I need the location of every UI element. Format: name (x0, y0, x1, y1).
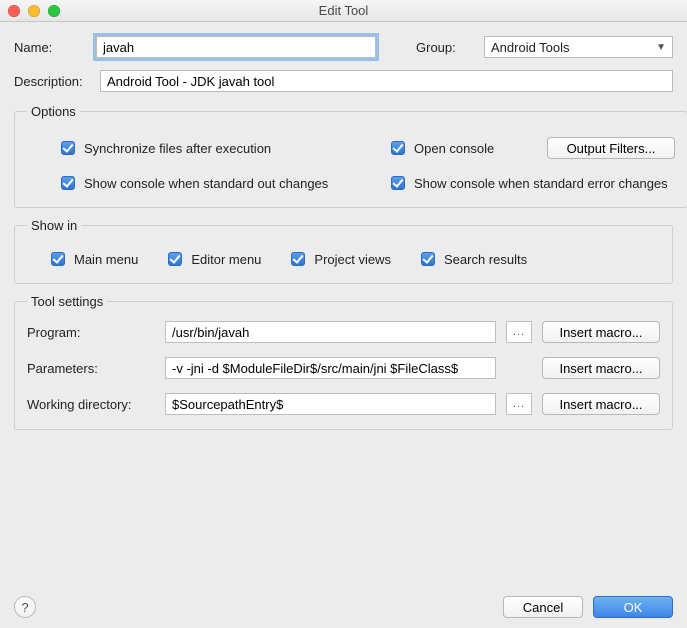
window-controls (0, 5, 60, 17)
main-menu-checkbox-input[interactable] (51, 252, 65, 266)
main-menu-checkbox-label: Main menu (74, 252, 138, 267)
group-label: Group: (416, 40, 474, 55)
stdout-checkbox-label: Show console when standard out changes (84, 176, 328, 191)
window-title: Edit Tool (0, 3, 687, 18)
editor-menu-checkbox-input[interactable] (168, 252, 182, 266)
stderr-checkbox-label: Show console when standard error changes (414, 176, 668, 191)
open-console-checkbox[interactable]: Open console (387, 138, 494, 158)
project-views-checkbox-label: Project views (314, 252, 391, 267)
help-button[interactable]: ? (14, 596, 36, 618)
description-label: Description: (14, 74, 90, 89)
stderr-checkbox-input[interactable] (391, 176, 405, 190)
name-label: Name: (14, 40, 86, 55)
output-filters-button[interactable]: Output Filters... (547, 137, 675, 159)
ellipsis-icon: ... (513, 399, 525, 410)
name-input[interactable] (96, 36, 376, 58)
project-views-checkbox[interactable]: Project views (287, 249, 391, 269)
help-icon: ? (21, 600, 28, 615)
editor-menu-checkbox-label: Editor menu (191, 252, 261, 267)
search-results-checkbox-input[interactable] (421, 252, 435, 266)
showin-legend: Show in (27, 218, 81, 233)
showin-group: Show in Main menu Editor menu Project vi… (14, 218, 673, 284)
stderr-checkbox[interactable]: Show console when standard error changes (387, 173, 668, 193)
workdir-insert-macro-button[interactable]: Insert macro... (542, 393, 660, 415)
zoom-icon[interactable] (48, 5, 60, 17)
workdir-input[interactable] (165, 393, 496, 415)
program-browse-button[interactable]: ... (506, 321, 532, 343)
parameters-input[interactable] (165, 357, 496, 379)
ellipsis-icon: ... (513, 327, 525, 338)
options-group: Options Synchronize files after executio… (14, 104, 687, 208)
chevron-down-icon: ▼ (654, 42, 668, 53)
search-results-checkbox-label: Search results (444, 252, 527, 267)
group-combo-value: Android Tools (491, 40, 654, 55)
sync-checkbox[interactable]: Synchronize files after execution (57, 138, 271, 158)
open-console-checkbox-label: Open console (414, 141, 494, 156)
main-menu-checkbox[interactable]: Main menu (47, 249, 138, 269)
parameters-insert-macro-button[interactable]: Insert macro... (542, 357, 660, 379)
minimize-icon[interactable] (28, 5, 40, 17)
open-console-checkbox-input[interactable] (391, 141, 405, 155)
tool-settings-group: Tool settings Program: ... Insert macro.… (14, 294, 673, 430)
group-combo[interactable]: Android Tools ▼ (484, 36, 673, 58)
close-icon[interactable] (8, 5, 20, 17)
ok-button[interactable]: OK (593, 596, 673, 618)
parameters-label: Parameters: (27, 361, 155, 376)
sync-checkbox-label: Synchronize files after execution (84, 141, 271, 156)
tool-settings-legend: Tool settings (27, 294, 107, 309)
cancel-button[interactable]: Cancel (503, 596, 583, 618)
editor-menu-checkbox[interactable]: Editor menu (164, 249, 261, 269)
description-input[interactable] (100, 70, 673, 92)
program-label: Program: (27, 325, 155, 340)
program-insert-macro-button[interactable]: Insert macro... (542, 321, 660, 343)
options-legend: Options (27, 104, 80, 119)
titlebar: Edit Tool (0, 0, 687, 22)
search-results-checkbox[interactable]: Search results (417, 249, 527, 269)
project-views-checkbox-input[interactable] (291, 252, 305, 266)
stdout-checkbox[interactable]: Show console when standard out changes (57, 173, 328, 193)
program-input[interactable] (165, 321, 496, 343)
workdir-browse-button[interactable]: ... (506, 393, 532, 415)
sync-checkbox-input[interactable] (61, 141, 75, 155)
stdout-checkbox-input[interactable] (61, 176, 75, 190)
workdir-label: Working directory: (27, 397, 155, 412)
